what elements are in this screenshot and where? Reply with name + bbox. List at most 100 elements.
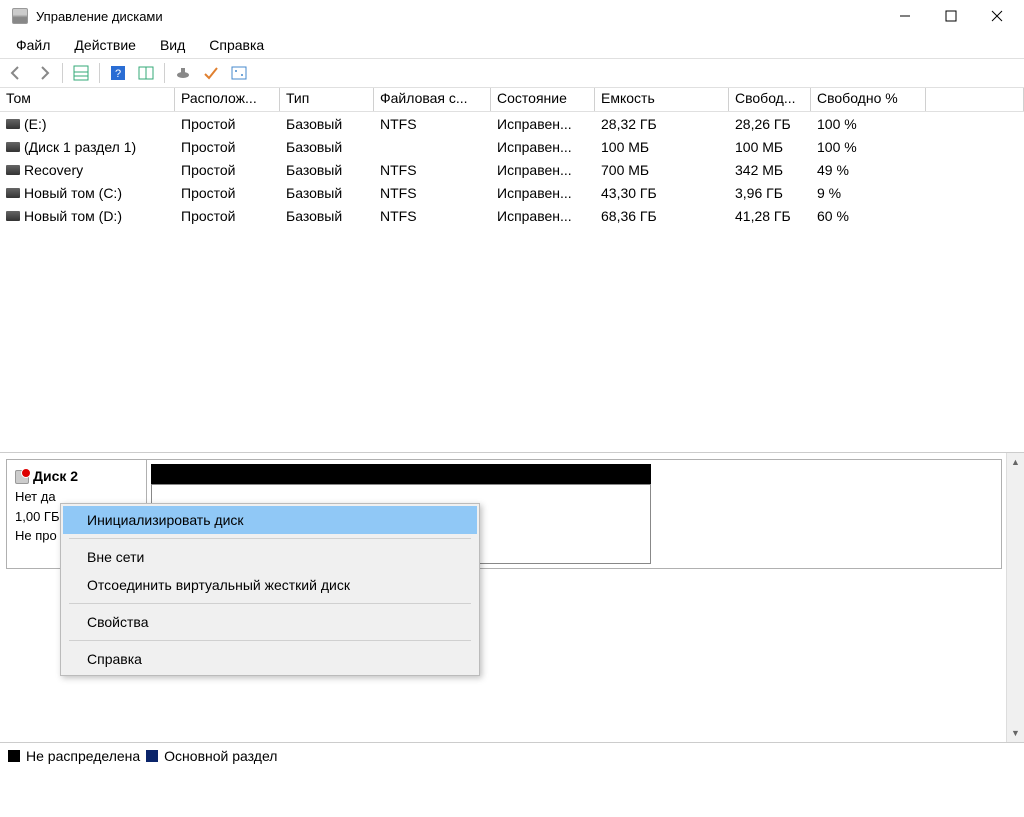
disk-pane: ▲ ▼ Диск 2 Нет да 1,00 ГБ Не про Инициал…: [0, 452, 1024, 742]
toolbar-btn-6[interactable]: [227, 61, 251, 85]
volume-status: Исправен...: [491, 116, 595, 132]
maximize-button[interactable]: [928, 1, 974, 31]
volume-free: 342 МБ: [729, 162, 811, 178]
app-icon: [12, 8, 28, 24]
volume-icon: [6, 119, 20, 129]
volume-capacity: 43,30 ГБ: [595, 185, 729, 201]
context-separator: [69, 603, 471, 604]
volume-status: Исправен...: [491, 162, 595, 178]
volume-layout: Простой: [175, 162, 280, 178]
volume-type: Базовый: [280, 139, 374, 155]
volume-layout: Простой: [175, 208, 280, 224]
volume-type: Базовый: [280, 162, 374, 178]
volume-free-percent: 49 %: [811, 162, 926, 178]
context-initialize-disk[interactable]: Инициализировать диск: [63, 506, 477, 534]
volume-capacity: 700 МБ: [595, 162, 729, 178]
scroll-track[interactable]: [1007, 471, 1024, 724]
svg-text:?: ?: [115, 68, 121, 80]
toolbar-btn-3[interactable]: [134, 61, 158, 85]
back-button[interactable]: [4, 61, 28, 85]
menu-help[interactable]: Справка: [197, 35, 276, 55]
volume-status: Исправен...: [491, 139, 595, 155]
col-filesystem[interactable]: Файловая с...: [374, 88, 491, 111]
col-free-percent[interactable]: Свободно %: [811, 88, 926, 111]
volume-row[interactable]: Новый том (D:)ПростойБазовыйNTFSИсправен…: [0, 204, 1024, 227]
close-button[interactable]: [974, 1, 1020, 31]
legend: Не распределена Основной раздел: [0, 742, 1024, 768]
window-controls: [882, 1, 1020, 31]
context-separator: [69, 640, 471, 641]
toolbar-btn-1[interactable]: [69, 61, 93, 85]
volume-free: 100 МБ: [729, 139, 811, 155]
volume-fs: NTFS: [374, 185, 491, 201]
col-status[interactable]: Состояние: [491, 88, 595, 111]
context-detach-vhd[interactable]: Отсоединить виртуальный жесткий диск: [63, 571, 477, 599]
volume-type: Базовый: [280, 185, 374, 201]
volume-fs: NTFS: [374, 116, 491, 132]
volume-layout: Простой: [175, 116, 280, 132]
toolbar-btn-5[interactable]: [199, 61, 223, 85]
col-capacity[interactable]: Емкость: [595, 88, 729, 111]
col-extra[interactable]: [926, 88, 1024, 111]
volume-free-percent: 100 %: [811, 139, 926, 155]
help-icon[interactable]: ?: [106, 61, 130, 85]
menu-bar: Файл Действие Вид Справка: [0, 32, 1024, 58]
volume-free: 28,26 ГБ: [729, 116, 811, 132]
volume-name: (E:): [24, 116, 47, 132]
volume-icon: [6, 165, 20, 175]
volume-status: Исправен...: [491, 185, 595, 201]
volume-row[interactable]: Recovery ПростойБазовыйNTFSИсправен...700…: [0, 158, 1024, 181]
volume-name: (Диск 1 раздел 1): [24, 139, 136, 155]
volume-row[interactable]: (Диск 1 раздел 1) ПростойБазовый Исправен.…: [0, 135, 1024, 158]
volume-layout: Простой: [175, 139, 280, 155]
volume-fs: NTFS: [374, 208, 491, 224]
forward-button[interactable]: [32, 61, 56, 85]
col-type[interactable]: Тип: [280, 88, 374, 111]
volume-type: Базовый: [280, 208, 374, 224]
legend-unallocated-swatch: [8, 750, 20, 762]
legend-unallocated-label: Не распределена: [26, 748, 140, 764]
col-free[interactable]: Свобод...: [729, 88, 811, 111]
scrollbar[interactable]: ▲ ▼: [1006, 453, 1024, 742]
volume-row[interactable]: Новый том (C:)ПростойБазовыйNTFSИсправен…: [0, 181, 1024, 204]
volume-icon: [6, 211, 20, 221]
menu-action[interactable]: Действие: [62, 35, 148, 55]
minimize-button[interactable]: [882, 1, 928, 31]
volume-list[interactable]: (E:)ПростойБазовыйNTFSИсправен...28,32 Г…: [0, 112, 1024, 452]
toolbar: ?: [0, 58, 1024, 88]
legend-primary-label: Основной раздел: [164, 748, 277, 764]
disk-bar-header: [151, 464, 651, 484]
volume-capacity: 68,36 ГБ: [595, 208, 729, 224]
volume-layout: Простой: [175, 185, 280, 201]
window-title: Управление дисками: [36, 9, 882, 24]
volume-fs: NTFS: [374, 162, 491, 178]
disk-error-icon: [15, 470, 29, 484]
volume-name: Recovery: [24, 162, 83, 178]
legend-primary-swatch: [146, 750, 158, 762]
context-separator: [69, 538, 471, 539]
volume-list-header: Том Располож... Тип Файловая с... Состоя…: [0, 88, 1024, 112]
menu-view[interactable]: Вид: [148, 35, 197, 55]
volume-icon: [6, 142, 20, 152]
scroll-down-icon[interactable]: ▼: [1007, 724, 1024, 742]
title-bar: Управление дисками: [0, 0, 1024, 32]
volume-capacity: 100 МБ: [595, 139, 729, 155]
volume-type: Базовый: [280, 116, 374, 132]
volume-free-percent: 100 %: [811, 116, 926, 132]
disk-name-label: Диск 2: [33, 466, 78, 487]
context-properties[interactable]: Свойства: [63, 608, 477, 636]
disk-name: Диск 2: [15, 466, 138, 487]
context-menu: Инициализировать диск Вне сети Отсоедини…: [60, 503, 480, 676]
toolbar-btn-4[interactable]: [171, 61, 195, 85]
volume-row[interactable]: (E:) ПростойБазовыйNTFSИсправен...28,32 Г…: [0, 112, 1024, 135]
volume-capacity: 28,32 ГБ: [595, 116, 729, 132]
col-volume[interactable]: Том: [0, 88, 175, 111]
context-offline[interactable]: Вне сети: [63, 543, 477, 571]
menu-file[interactable]: Файл: [4, 35, 62, 55]
col-layout[interactable]: Располож...: [175, 88, 280, 111]
volume-free: 3,96 ГБ: [729, 185, 811, 201]
volume-free-percent: 60 %: [811, 208, 926, 224]
volume-free: 41,28 ГБ: [729, 208, 811, 224]
scroll-up-icon[interactable]: ▲: [1007, 453, 1024, 471]
context-help[interactable]: Справка: [63, 645, 477, 673]
